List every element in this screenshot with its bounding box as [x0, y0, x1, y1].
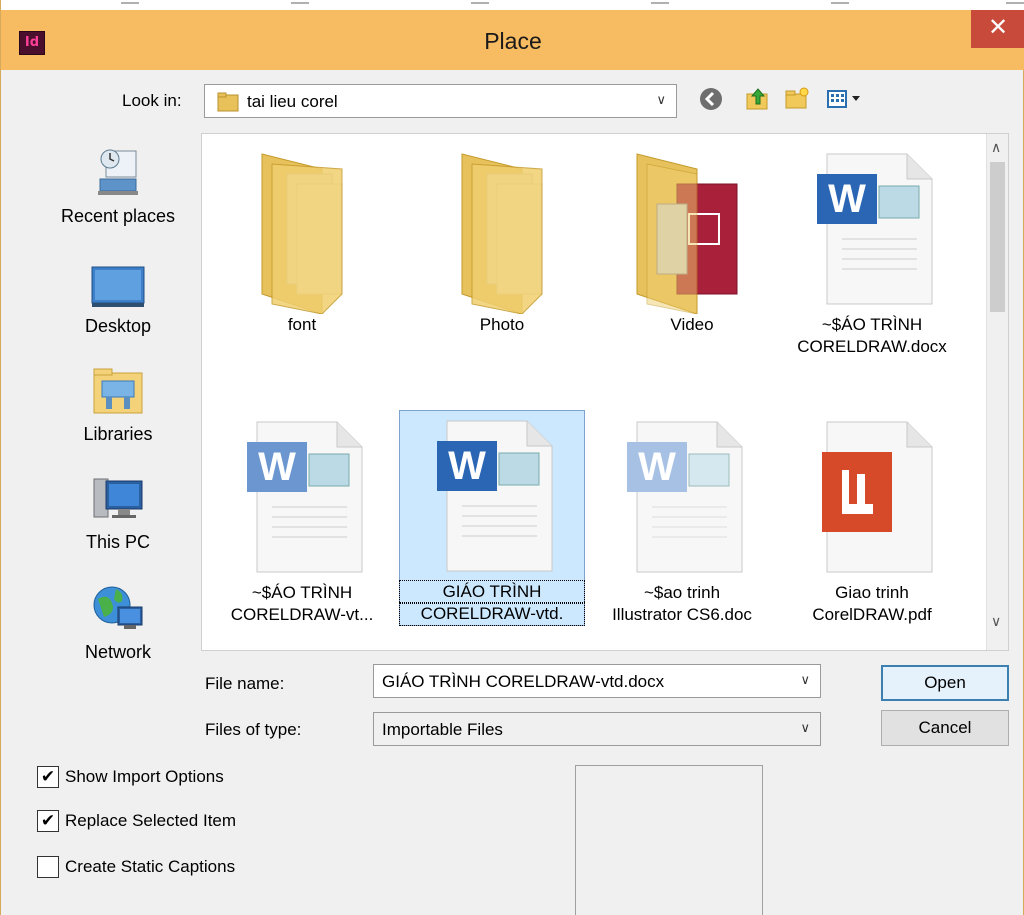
- folder-icon: [261, 153, 343, 315]
- pdf-document-icon: [822, 421, 933, 573]
- libraries-icon: [93, 368, 143, 414]
- chevron-down-icon: ∨: [800, 673, 810, 688]
- place-libraries[interactable]: Libraries: [37, 367, 199, 445]
- checkbox-label: Show Import Options: [65, 767, 224, 786]
- file-name-line2: CORELDRAW.docx: [797, 337, 947, 356]
- word-document-icon: W: [627, 421, 743, 573]
- window-title: Place: [484, 28, 542, 54]
- files-of-type-dropdown[interactable]: Importable Files ∨: [373, 712, 821, 746]
- svg-text:W: W: [258, 445, 296, 489]
- file-item-photo[interactable]: Photo: [412, 144, 592, 336]
- file-name-line1: ~$ÁO TRÌNH: [251, 583, 353, 602]
- word-document-icon: W: [437, 420, 553, 572]
- back-icon[interactable]: [698, 86, 724, 112]
- word-document-icon: W: [247, 421, 363, 573]
- place-recent-places[interactable]: Recent places: [37, 145, 199, 227]
- file-name-line2: CorelDRAW.pdf: [812, 605, 932, 624]
- file-item-selected[interactable]: W GIÁO TRÌNH CORELDRAW-vtd.: [399, 410, 585, 626]
- recent-places-icon: [98, 149, 138, 195]
- file-name-line1: Video: [670, 315, 714, 334]
- place-label: Recent places: [60, 206, 176, 226]
- checkbox-box[interactable]: [37, 856, 59, 878]
- up-folder-icon[interactable]: [745, 86, 771, 112]
- file-item-word-doc[interactable]: W ~$ÁO TRÌNH CORELDRAW.docx: [782, 144, 962, 358]
- file-list-view[interactable]: font Photo Video W ~$ÁO TRÌNH CORELDRAW.…: [201, 133, 1009, 651]
- file-name-label: File name:: [205, 674, 285, 693]
- file-item-font[interactable]: font: [212, 144, 392, 336]
- file-name-line2: CORELDRAW-vt...: [230, 605, 374, 624]
- background-window-edge: [1, 0, 1024, 10]
- title-bar: Id Place: [1, 10, 1024, 70]
- file-name-line1: Photo: [479, 315, 525, 334]
- checkbox-box[interactable]: ✔: [37, 766, 59, 788]
- file-name-line1: font: [287, 315, 317, 334]
- checkbox-label: Create Static Captions: [65, 857, 236, 876]
- new-folder-icon[interactable]: [784, 86, 810, 112]
- place-label: Network: [84, 642, 151, 662]
- svg-text:W: W: [828, 177, 866, 221]
- video-folder-icon: [636, 153, 738, 315]
- files-of-type-value: Importable Files: [382, 720, 503, 739]
- folder-icon: [461, 153, 543, 315]
- folder-icon: [217, 92, 239, 112]
- file-item-video[interactable]: Video: [602, 144, 782, 336]
- word-document-icon: W: [817, 153, 933, 305]
- file-name-input[interactable]: GIÁO TRÌNH CORELDRAW-vtd.docx ∨: [373, 664, 821, 698]
- view-menu-icon[interactable]: [826, 86, 866, 112]
- place-desktop[interactable]: Desktop: [37, 263, 199, 337]
- place-dialog: Id Place ✕ Look in: tai lieu corel ∨ Rec…: [0, 0, 1024, 915]
- place-label: Desktop: [84, 316, 152, 336]
- preview-pane: [575, 765, 763, 915]
- svg-text:W: W: [638, 445, 676, 489]
- look-in-value: tai lieu corel: [247, 92, 338, 111]
- checkbox-label: Replace Selected Item: [65, 811, 237, 830]
- svg-text:W: W: [448, 444, 486, 488]
- chevron-down-icon: ∨: [656, 93, 666, 108]
- this-pc-icon: [93, 478, 143, 518]
- file-name-line2: CORELDRAW-vtd.: [399, 602, 585, 626]
- file-name-line1: Giao trinh: [835, 583, 909, 602]
- file-name-value: GIÁO TRÌNH CORELDRAW-vtd.docx: [382, 672, 665, 691]
- checkbox-box[interactable]: ✔: [37, 810, 59, 832]
- look-in-label: Look in:: [122, 91, 182, 110]
- place-network[interactable]: Network: [37, 583, 199, 663]
- places-sidebar: Recent places Desktop Libraries This PC …: [37, 135, 199, 665]
- place-label: This PC: [85, 532, 150, 552]
- file-name-line1: ~$ÁO TRÌNH: [821, 315, 923, 334]
- cancel-button[interactable]: Cancel: [881, 710, 1009, 746]
- file-item-word-doc-illustrator[interactable]: W ~$ao trinh Illustrator CS6.doc: [592, 412, 772, 626]
- file-name-line1: GIÁO TRÌNH: [399, 580, 585, 604]
- place-this-pc[interactable]: This PC: [37, 475, 199, 553]
- scroll-thumb[interactable]: [990, 162, 1005, 312]
- open-button[interactable]: Open: [881, 665, 1009, 701]
- scroll-up-icon[interactable]: ∧: [991, 140, 1001, 156]
- file-list-scrollbar[interactable]: ∧ ∨: [986, 134, 1008, 650]
- network-icon: [93, 586, 143, 629]
- file-item-pdf[interactable]: Giao trinh CorelDRAW.pdf: [782, 412, 962, 626]
- place-label: Libraries: [83, 424, 153, 444]
- files-of-type-label: Files of type:: [205, 720, 302, 739]
- close-button[interactable]: ✕: [971, 10, 1024, 48]
- file-item-word-doc-temp[interactable]: W ~$ÁO TRÌNH CORELDRAW-vt...: [212, 412, 392, 626]
- desktop-icon: [91, 266, 145, 307]
- file-name-line2: Illustrator CS6.doc: [612, 605, 752, 624]
- scroll-down-icon[interactable]: ∨: [991, 614, 1001, 630]
- chevron-down-icon: ∨: [800, 721, 810, 736]
- file-name-line1: ~$ao trinh: [643, 583, 721, 602]
- look-in-dropdown[interactable]: tai lieu corel ∨: [204, 84, 677, 118]
